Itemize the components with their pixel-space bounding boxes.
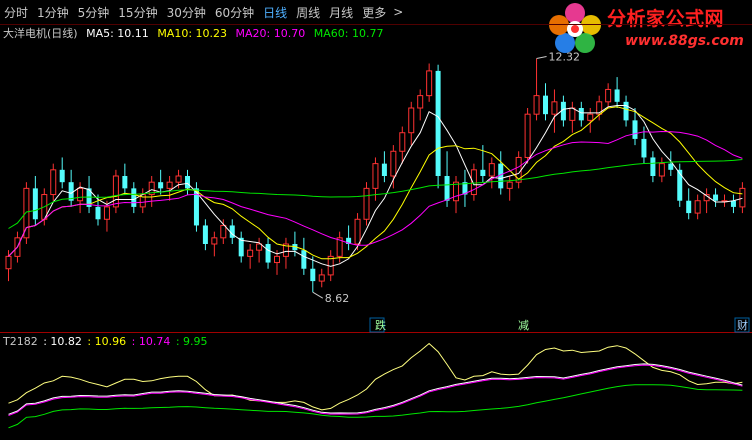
candle-body [354,218,361,245]
candle-body [658,163,665,177]
candle-body [131,188,137,207]
candle-body [444,176,450,201]
high-price-label: 12.32 [549,51,581,64]
candle-body [301,250,307,269]
event-marker-drop[interactable]: 跌 [375,318,386,332]
candle-body [390,150,397,177]
low-pointer [312,291,324,299]
candle-body [543,95,548,115]
candle-body [185,176,190,189]
candle-body [694,200,701,214]
event-marker-finance[interactable]: 财 [737,318,748,332]
candle-body [166,181,173,189]
candle-body [112,175,119,208]
candle-body [426,70,433,97]
candle-body [551,101,558,115]
candle-body [77,187,84,202]
candle-body [417,95,424,109]
candle-body [623,101,629,121]
kline-chart[interactable]: 12.32 8.62 跌 减 财 [0,0,752,440]
candle-body [730,200,736,207]
candle-body [605,88,612,103]
indicator-line-2 [8,363,743,415]
candle-body [578,108,584,121]
candlestick-series [5,58,746,293]
high-pointer [536,56,547,60]
candle-body [103,206,110,220]
candle-body [677,169,683,201]
indicator-line-4 [8,384,743,429]
candle-body [632,120,638,139]
indicator-line-1 [8,342,743,411]
candle-body [453,181,459,202]
candle-body [713,194,719,201]
candle-body [524,113,531,158]
candle-body [381,163,387,176]
candle-body [480,169,486,176]
candle-body [158,182,164,189]
candle-body [614,89,620,102]
candle-body [641,138,647,158]
candle-body [211,237,218,245]
candle-body [650,157,656,176]
candle-body [318,274,325,282]
candle-body [95,206,101,220]
candle-body [50,169,57,196]
candle-body [274,255,280,264]
candle-body [408,107,415,134]
candle-body [59,169,65,183]
candle-body [435,70,441,176]
low-price-label: 8.62 [325,292,350,305]
candle-body [399,132,406,152]
candle-body [256,243,263,251]
candle-body [32,188,38,220]
candle-body [506,181,513,189]
candle-body [668,163,674,170]
candle-body [587,113,594,121]
indicator-lines [8,342,743,429]
candle-body [220,224,227,239]
candle-body [310,268,316,282]
candle-body [488,163,495,177]
candle-body [569,107,576,121]
candle-body [372,163,379,189]
event-marker-reduce[interactable]: 减 [518,319,529,332]
indicator-line-3 [8,364,743,416]
candle-body [363,187,370,220]
candle-body [739,187,746,208]
candle-body [122,176,128,189]
candle-body [175,175,182,183]
candle-body [533,95,540,115]
candle-body [265,244,271,263]
candle-body [202,225,208,244]
candle-body [5,255,12,270]
candle-body [247,249,254,257]
candle-body [686,200,692,214]
event-markers: 跌 减 财 [369,317,750,333]
